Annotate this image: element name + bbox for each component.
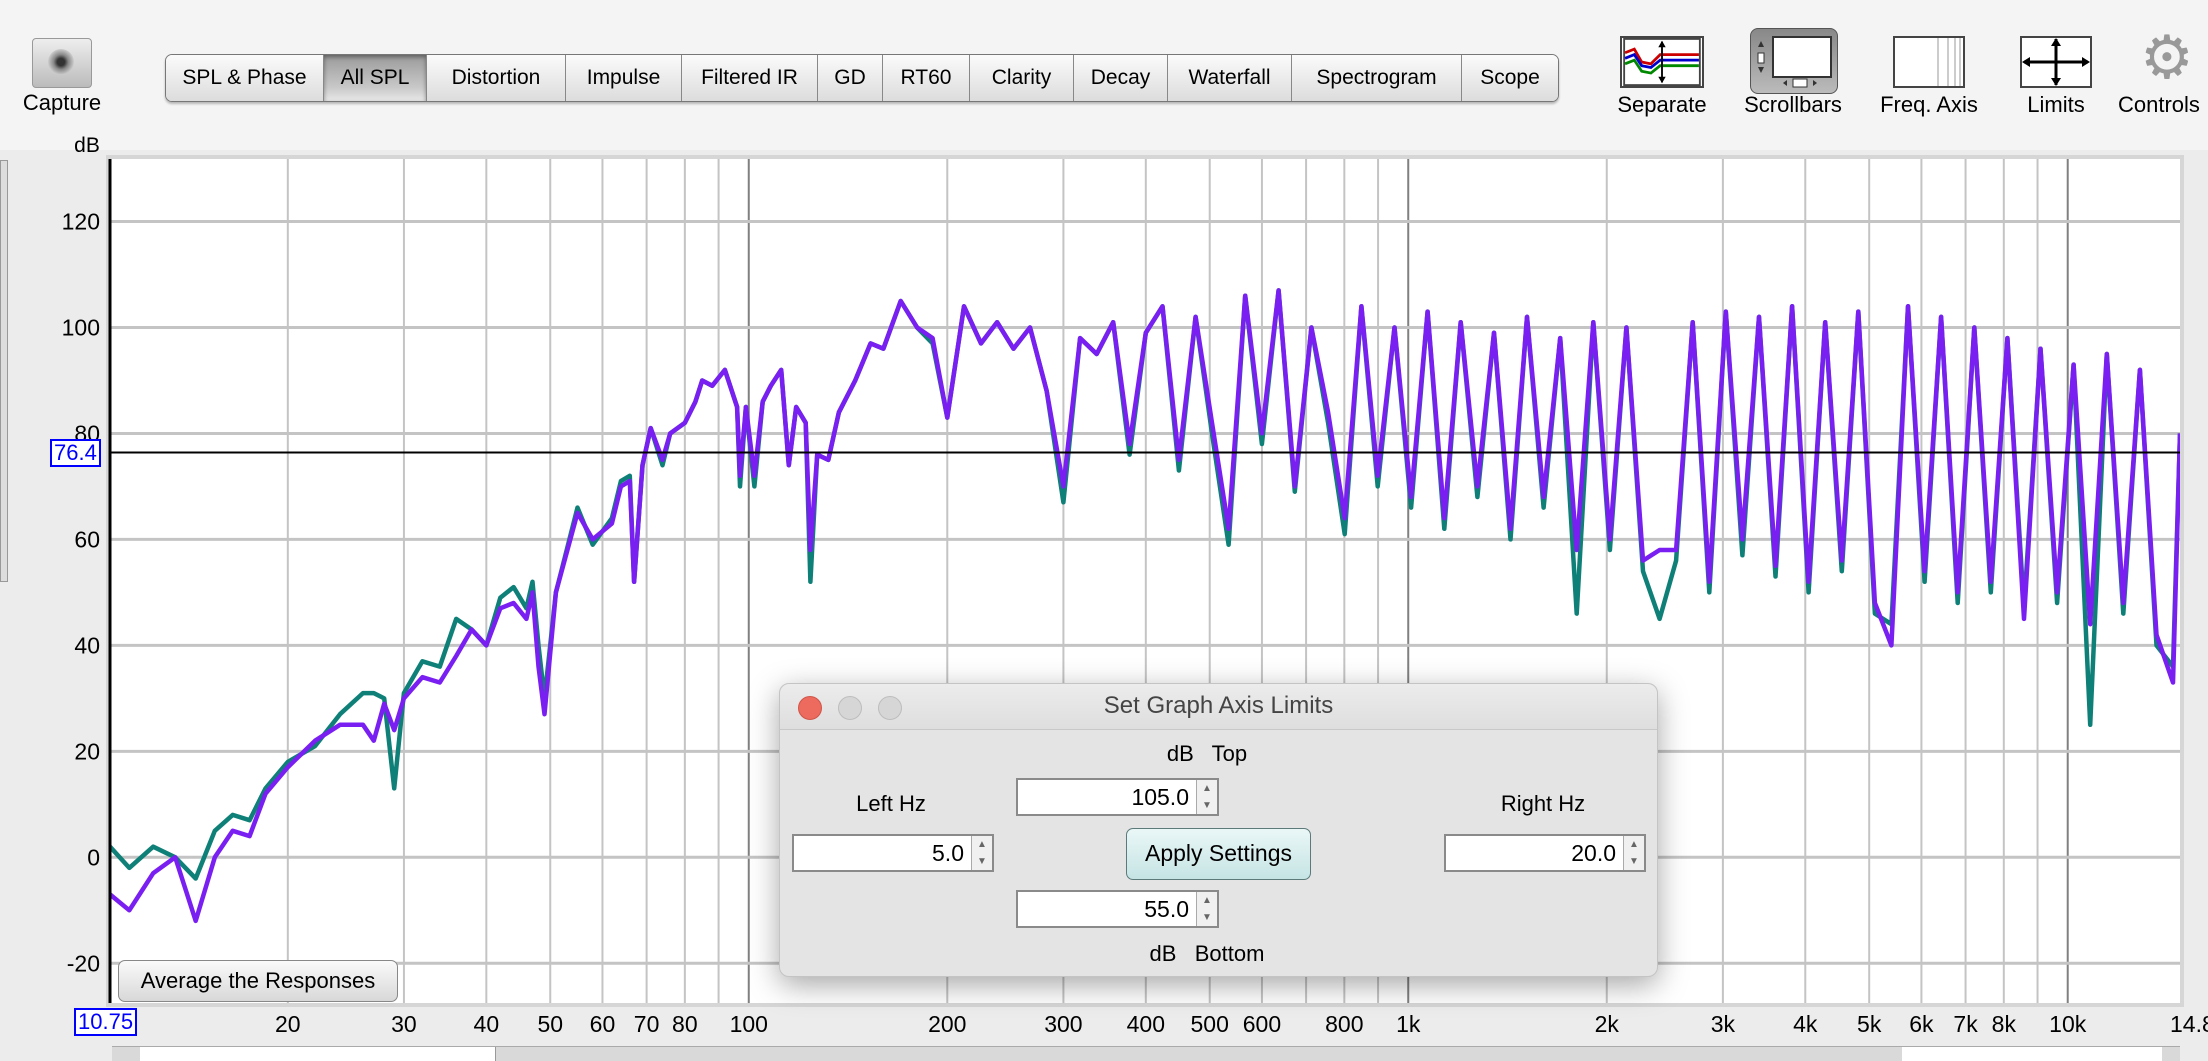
x-tick-label: 8k <box>1992 1011 2017 1037</box>
scrollbar-thumb[interactable] <box>140 1047 496 1061</box>
x-tick-label: 100 <box>730 1011 768 1037</box>
dialog-titlebar[interactable]: Set Graph Axis Limits <box>780 684 1657 730</box>
x-tick-label: 6k <box>1909 1011 1934 1037</box>
x-tick-label: 300 <box>1044 1011 1082 1037</box>
top-db-input[interactable] <box>1018 780 1195 814</box>
y-tick-label: 40 <box>74 632 100 658</box>
y-axis-label: dB <box>74 134 100 157</box>
right-hz-stepper[interactable]: ▲ ▼ <box>1623 836 1644 870</box>
horizontal-scrollbar[interactable] <box>112 1046 2180 1061</box>
apply-settings-button[interactable]: Apply Settings <box>1126 828 1311 880</box>
left-hz-input[interactable] <box>794 836 970 870</box>
x-tick-label: 1k <box>1396 1011 1421 1037</box>
x-tick-labels: 20 30 40 50 60 70 80 100 200 300 400 500 600 800 1k 2k 3… <box>275 1011 2208 1037</box>
x-tick-label: 600 <box>1243 1011 1281 1037</box>
x-tick-label: 70 <box>634 1011 660 1037</box>
x-tick-label: 4k <box>1793 1011 1818 1037</box>
x-tick-label: 10k <box>2049 1011 2087 1037</box>
cursor-value-label: 76.4 <box>50 438 101 467</box>
y-tick-label: 60 <box>74 526 100 552</box>
left-freq-label: 10.75 <box>74 1008 138 1036</box>
y-tick-label: 120 <box>62 209 100 235</box>
top-db-field[interactable]: ▲▼ <box>1016 778 1219 816</box>
x-tick-label: 2k <box>1595 1011 1620 1037</box>
x-tick-label: 30 <box>391 1011 417 1037</box>
x-tick-label: 80 <box>672 1011 698 1037</box>
bottom-db-input[interactable] <box>1018 892 1195 926</box>
right-hz-input[interactable] <box>1446 836 1622 870</box>
x-tick-label: 60 <box>590 1011 616 1037</box>
y-tick-labels: 120100806040200-20 <box>62 209 100 977</box>
x-tick-label: 5k <box>1857 1011 1882 1037</box>
scrollbar-track-end <box>1902 1047 2162 1061</box>
left-hz-field[interactable]: ▲▼ <box>792 834 994 872</box>
x-tick-label: 14.8kHz <box>2170 1011 2208 1037</box>
x-tick-label: 7k <box>1953 1011 1978 1037</box>
x-tick-label: 50 <box>537 1011 563 1037</box>
right-hz-label: Right Hz <box>1500 791 1586 816</box>
x-tick-label: 800 <box>1325 1011 1363 1037</box>
bottom-db-stepper[interactable]: ▲ ▼ <box>1196 892 1217 926</box>
top-db-stepper[interactable]: ▲ ▼ <box>1196 780 1217 814</box>
y-tick-label: 20 <box>74 738 100 764</box>
y-tick-label: -20 <box>67 950 100 976</box>
axis-limits-dialog: Set Graph Axis Limits dB Top ▲▼ Left Hz … <box>779 683 1658 977</box>
x-tick-label: 400 <box>1127 1011 1165 1037</box>
right-hz-field[interactable]: ▲▼ <box>1444 834 1646 872</box>
dialog-title: Set Graph Axis Limits <box>1103 692 1334 719</box>
left-hz-stepper[interactable]: ▲ ▼ <box>971 836 992 870</box>
x-tick-label: 500 <box>1191 1011 1229 1037</box>
x-tick-label: 3k <box>1711 1011 1736 1037</box>
y-tick-label: 0 <box>87 844 100 870</box>
average-responses-button[interactable]: Average the Responses <box>118 960 398 1002</box>
top-db-label: dB Top <box>1166 741 1248 766</box>
x-tick-label: 20 <box>275 1011 301 1037</box>
bottom-db-field[interactable]: ▲▼ <box>1016 890 1219 928</box>
left-hz-label: Left Hz <box>856 791 926 816</box>
x-tick-label: 200 <box>928 1011 966 1037</box>
y-tick-label: 100 <box>62 314 100 340</box>
bottom-db-label: dB Bottom <box>1149 941 1265 966</box>
x-tick-label: 40 <box>474 1011 500 1037</box>
